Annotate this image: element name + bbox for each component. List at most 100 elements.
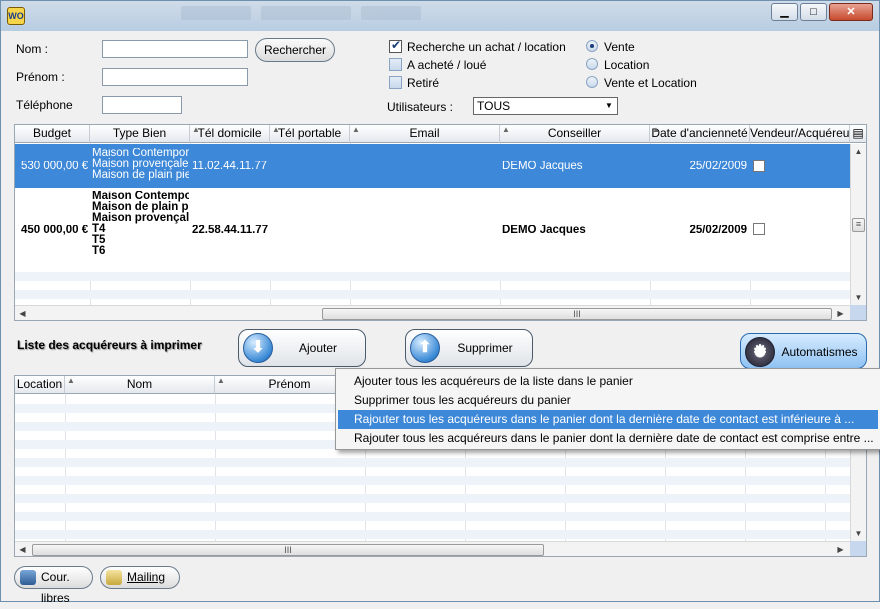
- scroll-up-icon[interactable]: ▲: [851, 144, 866, 159]
- context-menu: Ajouter tous les acquéreurs de la liste …: [335, 368, 880, 450]
- letter-icon: [20, 570, 36, 585]
- cell-budget: 450 000,00 €: [21, 225, 89, 236]
- scroll-corner: [850, 305, 866, 320]
- scroll-thumb[interactable]: III: [322, 308, 832, 320]
- cell-date: 25/02/2009: [689, 161, 747, 172]
- scroll-down-icon[interactable]: ▼: [851, 526, 866, 541]
- close-button[interactable]: ✕: [829, 3, 873, 21]
- cell-conseiller: DEMO Jacques: [502, 161, 583, 172]
- checkbox-retire[interactable]: [389, 76, 402, 89]
- remove-button-label: Supprimer: [457, 341, 513, 355]
- cell-budget: 530 000,00 €: [21, 161, 89, 172]
- main-window: WO ▁ □ ✕ Nom : Rechercher Prénom : Télép…: [0, 0, 880, 605]
- close-icon: ✕: [846, 6, 856, 18]
- radio-location[interactable]: [586, 58, 598, 70]
- arrow-down-icon: ⬇: [243, 333, 273, 363]
- scroll-left-icon[interactable]: ◀: [15, 306, 30, 320]
- col-tel-domicile[interactable]: ▲ Tél domicile: [190, 125, 270, 143]
- radio-vente-location[interactable]: [586, 76, 598, 88]
- automatismes-button[interactable]: ⚙ Automatismes: [740, 333, 867, 369]
- sort-icon: ▲: [352, 125, 360, 134]
- scroll-thumb[interactable]: ≡: [852, 218, 865, 232]
- courriers-button[interactable]: Cour. libres: [14, 566, 93, 605]
- app-icon[interactable]: WO: [7, 7, 25, 25]
- menu-item-add-all[interactable]: Ajouter tous les acquéreurs de la liste …: [338, 372, 878, 391]
- courriers-button-label: Cour. libres: [41, 570, 70, 605]
- cell-date: 25/02/2009: [689, 225, 747, 236]
- nom-label: Nom :: [16, 42, 49, 56]
- table-row[interactable]: 530 000,00 € Maison Contemporai Maison p…: [15, 144, 850, 188]
- col-date[interactable]: ▲ Date d'ancienneté: [650, 125, 750, 143]
- automatismes-button-label: Automatismes: [781, 345, 858, 359]
- radio-location-label: Location: [604, 58, 650, 72]
- sort-icon: ▲: [272, 125, 280, 134]
- minimize-button[interactable]: ▁: [771, 3, 798, 21]
- prenom-input[interactable]: [102, 68, 248, 86]
- checkbox-retire-label: Retiré: [407, 76, 440, 90]
- search-button-label: Rechercher: [263, 43, 327, 57]
- results-vscroll[interactable]: ▲ ≡ ▼: [850, 144, 866, 305]
- print-list-title: Liste des acquéreurs à imprimer: [17, 338, 202, 352]
- col-location[interactable]: Location: [15, 376, 65, 394]
- arrow-up-icon: ⬆: [410, 333, 440, 363]
- col-type-bien[interactable]: Type Bien: [90, 125, 190, 143]
- search-button[interactable]: Rechercher: [255, 38, 335, 62]
- scroll-thumb[interactable]: III: [32, 544, 544, 556]
- prenom-label: Prénom :: [16, 70, 65, 84]
- scroll-left-icon[interactable]: ◀: [15, 542, 30, 556]
- radio-vente[interactable]: [586, 40, 598, 52]
- menu-item-add-before-date[interactable]: Rajouter tous les acquéreurs dans le pan…: [338, 410, 878, 429]
- scroll-right-icon[interactable]: ▶: [833, 306, 848, 320]
- sort-icon: ▲: [652, 125, 660, 134]
- users-label: Utilisateurs :: [387, 100, 454, 114]
- minimize-icon: ▁: [780, 6, 789, 18]
- cell-type-bien: Maison Contemporai Maison provençale Mai…: [92, 148, 189, 181]
- remove-button[interactable]: ⬆ Supprimer: [405, 329, 533, 367]
- gear-icon: ⚙: [745, 337, 775, 367]
- add-button[interactable]: ⬇ Ajouter: [238, 329, 366, 367]
- cell-tel-domicile: 22.58.44.11.77: [192, 225, 268, 236]
- mailing-button-label: Mailing: [127, 570, 166, 584]
- scroll-corner: [850, 541, 866, 556]
- col-tel-portable[interactable]: ▲ Tél portable: [270, 125, 350, 143]
- radio-vente-label: Vente: [604, 40, 635, 54]
- checkbox-recherche[interactable]: [389, 38, 402, 53]
- sort-icon: ▲: [502, 125, 510, 134]
- col-vendeur-acquereur[interactable]: Vendeur/Acquéreur: [750, 125, 850, 143]
- checkbox-vendeur[interactable]: [753, 223, 765, 235]
- cell-tel-domicile: 11.02.44.11.77: [192, 161, 268, 172]
- title-bar[interactable]: WO ▁ □ ✕: [1, 1, 879, 31]
- col-budget[interactable]: Budget: [15, 125, 90, 143]
- col-conseiller[interactable]: ▲ Conseiller: [500, 125, 650, 143]
- col-nom[interactable]: ▲LocationNom: [65, 376, 215, 394]
- telephone-input[interactable]: [102, 96, 182, 114]
- column-chooser-icon[interactable]: ▤: [850, 125, 866, 143]
- mailing-button[interactable]: Mailing: [100, 566, 180, 589]
- checkbox-achete[interactable]: [389, 58, 402, 71]
- sort-icon: ▲: [192, 125, 200, 134]
- checkbox-achete-label: A acheté / loué: [407, 58, 487, 72]
- results-table: Budget Type Bien ▲ Tél domicile ▲ Tél port…: [14, 124, 867, 321]
- table-row[interactable]: 450 000,00 € Maison Contemporai Maison d…: [15, 188, 850, 272]
- checkbox-vendeur[interactable]: [753, 160, 765, 172]
- nom-input[interactable]: [102, 40, 248, 58]
- print-hscroll[interactable]: ◀ III ▶: [15, 541, 850, 556]
- menu-item-remove-all[interactable]: Supprimer tous les acquéreurs du panier: [338, 391, 878, 410]
- radio-vente-location-label: Vente et Location: [604, 76, 697, 90]
- scroll-right-icon[interactable]: ▶: [833, 542, 848, 556]
- sort-icon: ▲: [217, 376, 225, 385]
- sort-icon: ▲: [67, 376, 75, 385]
- menu-item-add-between-dates[interactable]: Rajouter tous les acquéreurs dans le pan…: [338, 429, 878, 448]
- cell-conseiller: DEMO Jacques: [502, 225, 586, 236]
- telephone-label: Téléphone: [16, 98, 73, 112]
- users-select[interactable]: TOUS ▼: [473, 97, 618, 115]
- envelope-icon: [106, 570, 122, 585]
- maximize-icon: □: [810, 6, 817, 18]
- col-email[interactable]: ▲ Email: [350, 125, 500, 143]
- chevron-down-icon: ▼: [605, 101, 613, 110]
- scroll-down-icon[interactable]: ▼: [851, 290, 866, 305]
- taskbar-ghost: [181, 5, 561, 25]
- maximize-button[interactable]: □: [800, 3, 827, 21]
- cell-type-bien: Maison Contemporai Maison de plain pied …: [92, 191, 189, 257]
- results-hscroll[interactable]: ◀ III ▶: [15, 305, 850, 320]
